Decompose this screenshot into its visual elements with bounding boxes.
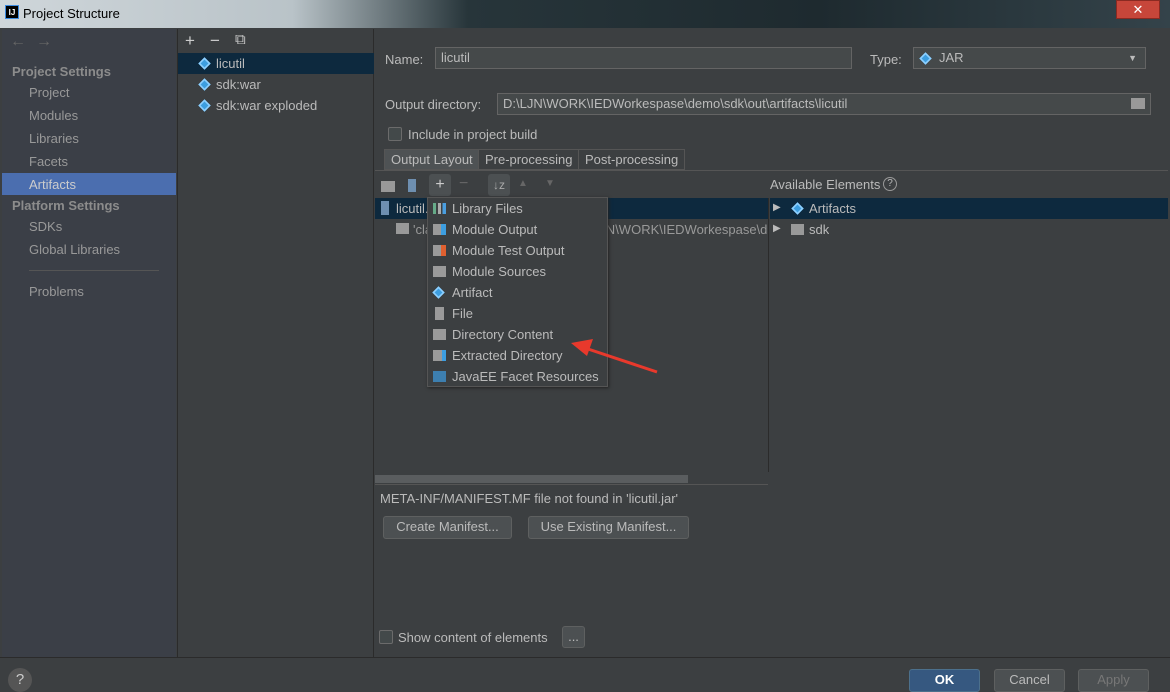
tab-output-layout[interactable]: Output Layout bbox=[384, 149, 480, 170]
war-artifact-icon bbox=[198, 99, 211, 112]
artifact-item-sdk-war-exploded[interactable]: sdk:war exploded bbox=[178, 95, 374, 116]
window-title: Project Structure bbox=[23, 6, 120, 21]
help-icon[interactable]: ? bbox=[883, 177, 897, 191]
available-artifacts[interactable]: Artifacts bbox=[809, 198, 856, 219]
title-bar: IJ Project Structure bbox=[0, 0, 1170, 28]
add-element-button[interactable]: + bbox=[429, 174, 451, 196]
sidebar-item-problems[interactable]: Problems bbox=[29, 284, 84, 299]
horizontal-scrollbar[interactable] bbox=[375, 475, 688, 483]
apply-button[interactable]: Apply bbox=[1078, 669, 1149, 692]
archive-icon[interactable] bbox=[408, 179, 416, 192]
name-label: Name: bbox=[385, 52, 424, 67]
back-button[interactable]: ← bbox=[10, 33, 26, 51]
tab-pre-processing[interactable]: Pre-processing bbox=[478, 149, 580, 170]
war-artifact-icon bbox=[198, 78, 211, 91]
type-label: Type: bbox=[870, 52, 902, 67]
artifact-item-licutil[interactable]: licutil bbox=[178, 53, 374, 74]
include-in-build-label: Include in project build bbox=[408, 127, 538, 142]
jar-icon bbox=[381, 201, 389, 215]
file-icon bbox=[435, 307, 444, 320]
create-manifest-button[interactable]: Create Manifest... bbox=[383, 516, 512, 539]
copy-artifact-button[interactable]: ⧉ bbox=[235, 31, 246, 48]
show-content-checkbox[interactable] bbox=[379, 630, 393, 644]
divider bbox=[375, 484, 768, 485]
expand-icon[interactable]: ▶ bbox=[773, 223, 781, 234]
artifact-list-panel: + − ⧉ licutil sdk:war sdk:war exploded bbox=[177, 29, 374, 657]
name-input[interactable]: licutil bbox=[435, 47, 852, 69]
help-button[interactable]: ? bbox=[8, 668, 32, 692]
artifact-icon bbox=[432, 286, 445, 299]
sidebar-item-global-libraries[interactable]: Global Libraries bbox=[29, 242, 120, 257]
library-icon bbox=[433, 203, 446, 214]
module-test-output-icon bbox=[433, 245, 446, 256]
sort-icon[interactable]: ↓z bbox=[488, 174, 510, 196]
divider bbox=[29, 270, 159, 271]
folder-icon[interactable] bbox=[1131, 98, 1145, 109]
close-button[interactable]: ✕ bbox=[1116, 0, 1160, 19]
extracted-directory-icon bbox=[433, 350, 446, 361]
cancel-button[interactable]: Cancel bbox=[994, 669, 1065, 692]
arrow-shaft bbox=[581, 345, 658, 374]
sidebar-item-project[interactable]: Project bbox=[29, 85, 69, 100]
menu-item-module-test-output[interactable]: Module Test Output bbox=[428, 240, 607, 261]
menu-item-module-output[interactable]: Module Output bbox=[428, 219, 607, 240]
include-in-build-checkbox[interactable] bbox=[388, 127, 402, 141]
sidebar-item-libraries[interactable]: Libraries bbox=[29, 131, 79, 146]
add-artifact-button[interactable]: + bbox=[185, 31, 195, 51]
sidebar-item-sdks[interactable]: SDKs bbox=[29, 219, 62, 234]
show-content-options-button[interactable]: ... bbox=[562, 626, 585, 648]
sidebar-item-facets[interactable]: Facets bbox=[29, 154, 68, 169]
menu-item-module-sources[interactable]: Module Sources bbox=[428, 261, 607, 282]
forward-button[interactable]: → bbox=[36, 33, 52, 51]
platform-settings-header: Platform Settings bbox=[12, 198, 120, 213]
jar-icon bbox=[919, 52, 932, 65]
module-sources-icon bbox=[433, 266, 446, 277]
divider bbox=[375, 170, 1168, 171]
type-select[interactable]: JAR ▼ bbox=[913, 47, 1146, 69]
dialog-footer: ? OK Cancel Apply bbox=[0, 657, 1170, 692]
javaee-icon bbox=[433, 371, 446, 382]
manifest-message: META-INF/MANIFEST.MF file not found in '… bbox=[380, 491, 679, 506]
menu-item-file[interactable]: File bbox=[428, 303, 607, 324]
folder-icon bbox=[396, 223, 409, 234]
remove-artifact-button[interactable]: − bbox=[210, 31, 220, 51]
arrow-head bbox=[571, 339, 593, 356]
ok-button[interactable]: OK bbox=[909, 669, 980, 692]
artifact-item-sdk-war[interactable]: sdk:war bbox=[178, 74, 374, 95]
artifact-icon bbox=[198, 57, 211, 70]
move-up-button[interactable]: ▲ bbox=[518, 178, 528, 189]
project-settings-header: Project Settings bbox=[12, 64, 111, 79]
red-arrow-annotation bbox=[571, 339, 658, 374]
folder-icon bbox=[433, 329, 446, 340]
available-sdk[interactable]: sdk bbox=[809, 219, 829, 240]
menu-item-artifact[interactable]: Artifact bbox=[428, 282, 607, 303]
app-icon: IJ bbox=[5, 5, 19, 19]
use-existing-manifest-button[interactable]: Use Existing Manifest... bbox=[528, 516, 689, 539]
output-directory-label: Output directory: bbox=[385, 97, 482, 112]
remove-element-button[interactable]: − bbox=[459, 175, 468, 193]
module-folder-icon bbox=[791, 224, 804, 235]
show-content-label: Show content of elements bbox=[398, 630, 548, 645]
expand-icon[interactable]: ▶ bbox=[773, 202, 781, 213]
available-elements-label: Available Elements bbox=[770, 177, 881, 192]
tab-post-processing[interactable]: Post-processing bbox=[578, 149, 686, 170]
menu-item-library-files[interactable]: Library Files bbox=[428, 198, 607, 219]
splitter[interactable] bbox=[768, 198, 769, 472]
module-output-icon bbox=[433, 224, 446, 235]
sidebar-item-artifacts[interactable]: Artifacts bbox=[2, 173, 176, 195]
chevron-down-icon: ▼ bbox=[1128, 53, 1137, 63]
sidebar-item-modules[interactable]: Modules bbox=[29, 108, 78, 123]
new-directory-icon[interactable] bbox=[381, 181, 395, 192]
sidebar: ← → Project Settings Project Modules Lib… bbox=[2, 29, 176, 657]
move-down-button[interactable]: ▼ bbox=[545, 178, 555, 189]
output-directory-input[interactable]: D:\LJN\WORK\IEDWorkespase\demo\sdk\out\a… bbox=[497, 93, 1151, 115]
